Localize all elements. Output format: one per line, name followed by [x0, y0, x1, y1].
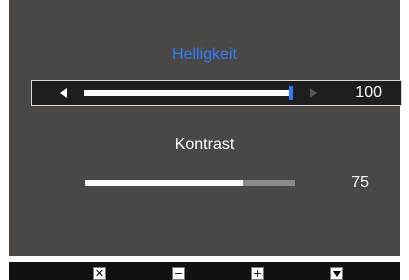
contrast-value: 75	[351, 174, 369, 191]
contrast-label[interactable]: Kontrast	[9, 136, 400, 154]
minus-key-icon[interactable]: −	[172, 267, 185, 280]
contrast-slider-track[interactable]	[85, 180, 295, 186]
exit-key-icon[interactable]: ✕	[93, 267, 106, 280]
brightness-label: Helligkeit	[172, 46, 237, 63]
brightness-slider-handle[interactable]	[289, 86, 293, 100]
osd-menu-panel: Helligkeit 100 Kontrast 75	[9, 0, 402, 256]
down-key-icon[interactable]	[330, 267, 343, 280]
contrast-slider-fill	[85, 180, 243, 186]
decrease-arrow-icon[interactable]	[60, 88, 67, 98]
brightness-value: 100	[355, 84, 382, 101]
key-guide-bar: ✕ − +	[9, 262, 400, 280]
down-triangle-icon	[333, 271, 341, 277]
brightness-setting-row[interactable]: 100	[31, 80, 402, 106]
brightness-slider-track[interactable]	[84, 90, 290, 96]
increase-arrow-icon[interactable]	[310, 88, 317, 98]
plus-key-icon[interactable]: +	[251, 267, 264, 280]
brightness-slider-fill	[84, 90, 290, 96]
